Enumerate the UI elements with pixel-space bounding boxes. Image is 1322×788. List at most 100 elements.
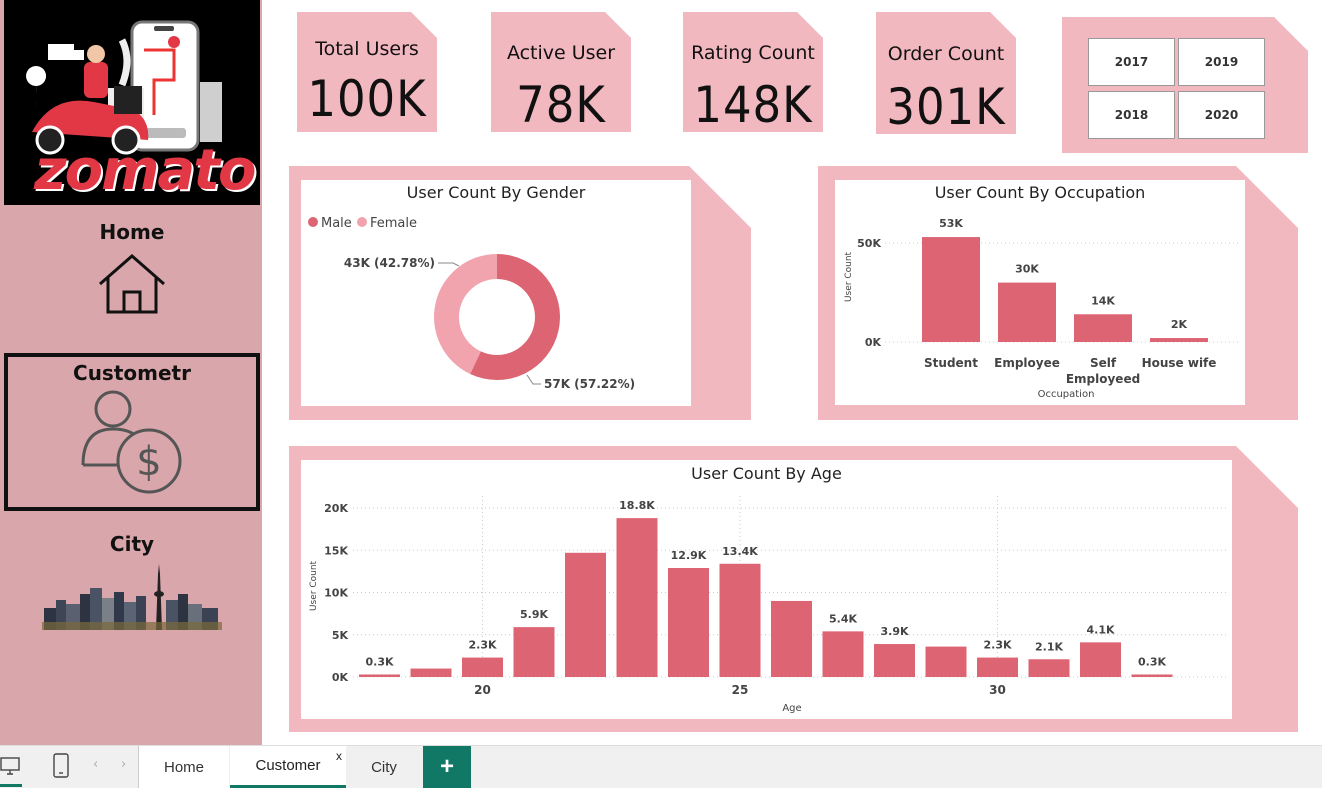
occupation-chart[interactable]: User Count By Occupation 0K 50K User Count… <box>835 180 1245 405</box>
tab-city[interactable]: City <box>346 746 422 788</box>
year-2018-button[interactable]: 2018 <box>1088 91 1175 139</box>
gender-donut-svg: Male Female 43K (42.78%) 57K (57.22%) <box>308 216 635 391</box>
chevron-left-icon[interactable]: ‹ <box>93 757 98 772</box>
occupation-bar[interactable] <box>1150 338 1208 342</box>
nav-customer-label: Custometr <box>73 361 191 385</box>
kpi-title: Order Count <box>887 43 1005 65</box>
nav-home-button[interactable]: Home <box>4 206 260 352</box>
data-label: 30K <box>1015 263 1039 276</box>
gender-chart[interactable]: User Count By Gender Male Female 43K (42… <box>301 180 691 406</box>
nav-customer-button[interactable]: Custometr $ <box>4 353 260 511</box>
data-label: 5.4K <box>829 612 857 625</box>
age-bar[interactable] <box>1028 659 1070 677</box>
x-tick-label: 30 <box>989 683 1006 697</box>
y-tick-label: 10K <box>324 587 348 600</box>
year-2017-button[interactable]: 2017 <box>1088 38 1175 86</box>
nav-city-button[interactable]: City <box>4 512 260 744</box>
x-tick-label: 20 <box>474 683 491 697</box>
age-bar[interactable] <box>668 567 709 677</box>
age-bar[interactable] <box>565 552 606 677</box>
female-data-label: 43K (42.78%) <box>344 256 435 270</box>
occupation-bar[interactable] <box>998 282 1056 342</box>
brand-name: zomato <box>34 138 256 203</box>
legend-female-marker <box>357 217 367 227</box>
tab-home[interactable]: Home <box>139 746 229 788</box>
y-tick-label: 20K <box>324 502 348 515</box>
add-page-button[interactable]: + <box>423 746 471 788</box>
data-label: 3.9K <box>880 625 908 638</box>
x-axis-label: Age <box>782 703 801 714</box>
city-skyline-icon <box>42 564 222 630</box>
close-icon[interactable]: x <box>336 749 342 763</box>
kpi-rating-count-card: Rating Count 148K <box>683 12 823 132</box>
x-tick-label: Employeed <box>1066 372 1140 386</box>
y-tick-label: 50K <box>857 237 881 250</box>
kpi-value: 100K <box>307 70 427 128</box>
occupation-bar[interactable] <box>922 237 980 342</box>
year-slicer: 2017 2019 2018 2020 <box>1062 17 1308 153</box>
occupation-bar[interactable] <box>1074 314 1132 342</box>
y-tick-label: 0K <box>332 671 349 684</box>
male-leader-line <box>526 374 541 385</box>
svg-text:$: $ <box>136 439 161 485</box>
data-label: 12.9K <box>671 549 707 562</box>
age-bar[interactable] <box>1131 674 1173 677</box>
desktop-view-icon[interactable] <box>0 755 22 777</box>
age-bar[interactable] <box>359 674 400 677</box>
data-label: 14K <box>1091 294 1115 307</box>
y-tick-label: 5K <box>332 629 349 642</box>
kpi-value: 78K <box>516 76 606 134</box>
age-bar[interactable] <box>462 657 503 677</box>
x-tick-label: Student <box>924 356 978 370</box>
tab-home-label: Home <box>163 758 204 776</box>
kpi-order-count-card: Order Count 301K <box>876 12 1016 134</box>
customer-dollar-icon: $ <box>81 390 182 494</box>
age-bar[interactable] <box>874 644 915 677</box>
kpi-title: Active User <box>506 42 616 64</box>
x-tick-label: 25 <box>732 683 749 697</box>
legend-male-label: Male <box>321 216 352 231</box>
year-2020-button[interactable]: 2020 <box>1178 91 1265 139</box>
nav-home-label: Home <box>99 220 165 244</box>
data-label: 0.3K <box>365 655 393 668</box>
data-label: 2.3K <box>468 639 496 652</box>
data-label: 2.3K <box>983 639 1011 652</box>
tab-customer-label: Customer <box>255 757 321 774</box>
age-bar[interactable] <box>513 627 555 677</box>
tab-customer[interactable]: Customer x <box>230 746 346 788</box>
x-axis-label: Occupation <box>1038 389 1095 400</box>
kpi-total-users-card: Total Users 100K <box>297 12 437 132</box>
kpi-value: 148K <box>693 76 813 134</box>
y-axis-label: User Count <box>844 251 854 302</box>
y-tick-label: 0K <box>865 336 882 349</box>
data-label: 13.4K <box>722 545 758 558</box>
data-label: 2K <box>1171 318 1188 331</box>
kpi-title: Total Users <box>315 38 419 60</box>
nav-city-label: City <box>109 532 155 556</box>
page-tab-bar: ‹ › Home Customer x City + <box>0 745 1322 788</box>
mobile-view-icon[interactable] <box>52 753 70 779</box>
x-tick-label: Self <box>1090 356 1117 370</box>
kpi-title: Rating Count <box>691 42 815 64</box>
age-bar[interactable] <box>771 600 812 677</box>
tab-city-label: City <box>371 758 397 776</box>
kpi-active-user-card: Active User 78K <box>491 12 631 132</box>
data-label: 0.3K <box>1138 655 1166 668</box>
age-bar[interactable] <box>410 668 452 677</box>
data-label: 5.9K <box>520 608 548 621</box>
age-bar[interactable] <box>1080 642 1121 677</box>
age-chart[interactable]: User Count By Age 0K 5K 10K 15K 20K 20 25 30 Use… <box>301 460 1232 719</box>
age-bar[interactable] <box>822 631 864 677</box>
age-bar[interactable] <box>719 563 761 677</box>
zomato-logo: zomato <box>4 0 260 205</box>
age-bar[interactable] <box>925 646 967 677</box>
age-bar[interactable] <box>616 518 658 677</box>
kpi-value: 301K <box>886 78 1006 136</box>
year-2019-button[interactable]: 2019 <box>1178 38 1265 86</box>
plus-icon: + <box>439 753 454 780</box>
age-bar-svg: 0K 5K 10K 15K 20K 20 25 30 User Count Age 0.3K 2.3K… <box>309 496 1226 714</box>
y-tick-label: 15K <box>324 544 348 557</box>
chevron-right-icon[interactable]: › <box>121 757 126 772</box>
age-bar[interactable] <box>977 657 1018 677</box>
legend-female-label: Female <box>370 216 417 231</box>
